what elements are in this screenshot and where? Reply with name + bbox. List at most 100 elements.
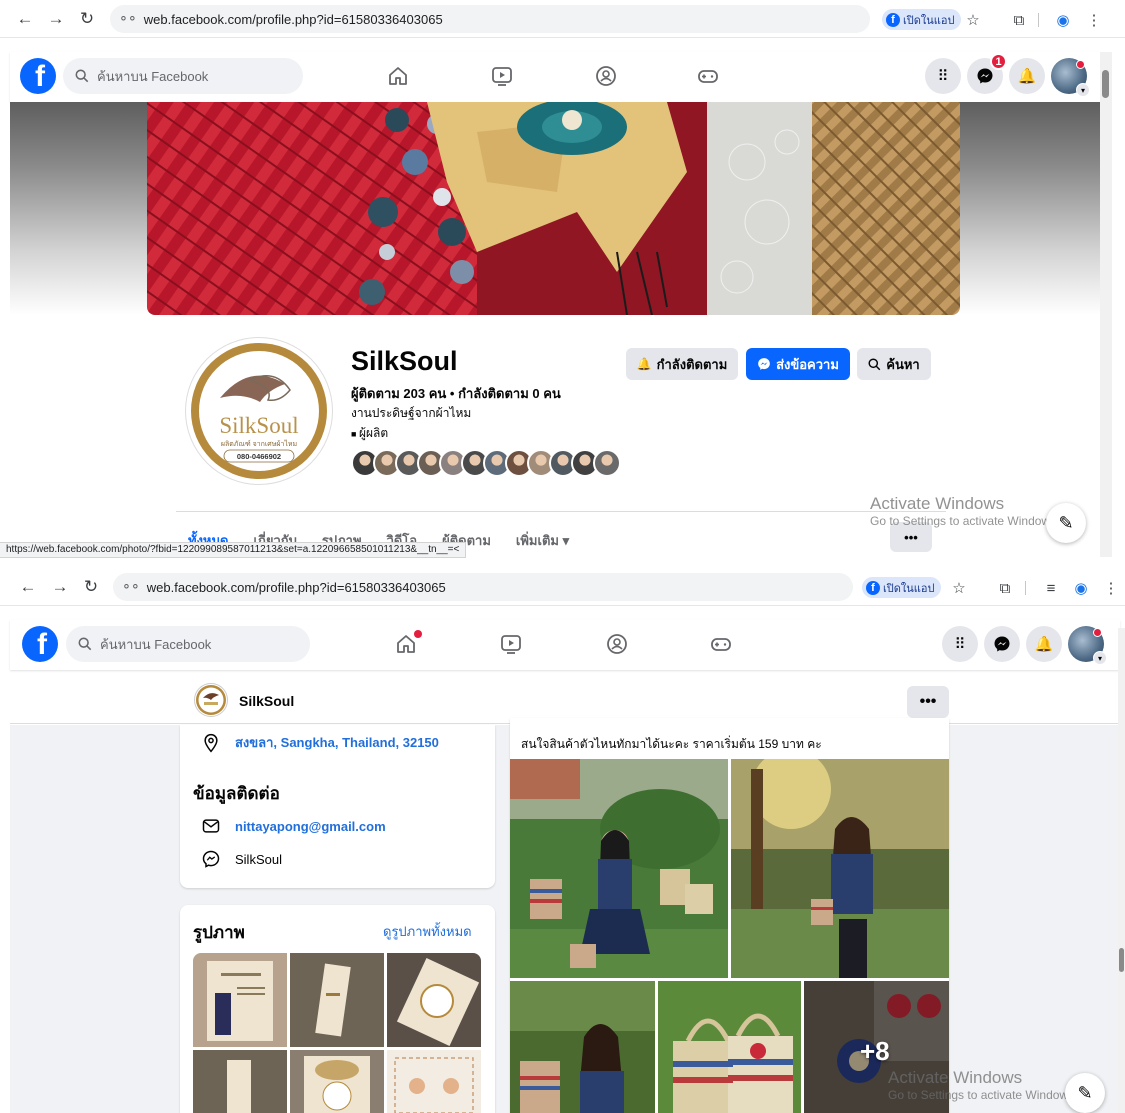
message-button[interactable]: ส่งข้อความ xyxy=(746,348,850,380)
groups-icon[interactable] xyxy=(605,632,629,656)
bookmark-star-icon[interactable]: ☆ xyxy=(948,577,970,599)
activate-windows-watermark: Activate Windows Go to Settings to activ… xyxy=(870,494,1059,528)
bookmark-star-icon[interactable]: ☆ xyxy=(962,9,984,31)
profile-picture[interactable]: SilkSoul ผลิตภัณฑ์ จากเศษผ้าไหม 080-0466… xyxy=(186,338,332,484)
extensions-icon[interactable]: ⧉ xyxy=(994,577,1016,599)
facebook-search[interactable] xyxy=(63,58,303,94)
open-in-app-button[interactable]: f เปิดในแอป xyxy=(882,9,962,30)
facebook-top-bar: f ⠿ 🔔 ▾ xyxy=(10,620,1120,670)
menu-grid-icon[interactable]: ⠿ xyxy=(925,58,961,94)
video-icon[interactable] xyxy=(490,64,514,88)
see-all-photos-link[interactable]: ดูรูปภาพทั้งหมด xyxy=(383,921,472,942)
open-in-app-label: เปิดในแอป xyxy=(903,14,955,27)
back-icon[interactable]: ← xyxy=(15,574,41,600)
header-more-button[interactable]: ••• xyxy=(907,686,949,718)
reload-icon[interactable]: ↻ xyxy=(74,6,100,32)
scrollbar-thumb[interactable] xyxy=(1119,948,1124,972)
messenger-button[interactable]: 1 xyxy=(967,53,1007,94)
photo-thumb[interactable] xyxy=(387,1050,481,1113)
profile-icon[interactable]: ◉ xyxy=(1052,9,1074,31)
home-button[interactable] xyxy=(394,630,422,658)
photo-thumb[interactable] xyxy=(193,1050,287,1113)
page-description: งานประดิษฐ์จากผ้าไหม xyxy=(351,406,472,420)
cover-photo[interactable] xyxy=(147,102,960,315)
open-in-app-button[interactable]: f เปิดในแอป xyxy=(862,577,942,598)
photo-thumb[interactable] xyxy=(290,1050,384,1113)
messenger-icon xyxy=(758,358,770,370)
video-icon[interactable] xyxy=(499,632,523,656)
scrollbar[interactable] xyxy=(1118,628,1125,1113)
messenger-name[interactable]: SilkSoul xyxy=(235,852,282,867)
scrollbar-thumb[interactable] xyxy=(1102,70,1109,98)
messenger-button[interactable] xyxy=(984,626,1020,662)
reload-icon[interactable]: ↻ xyxy=(78,574,104,600)
page-avatar[interactable] xyxy=(194,683,228,717)
scrollbar[interactable] xyxy=(1100,52,1112,557)
following-label: กำลังติดตาม xyxy=(656,356,728,372)
sticky-page-header: SilkSoul ••• xyxy=(10,676,1120,724)
groups-icon[interactable] xyxy=(594,64,618,88)
account-avatar[interactable]: ▾ xyxy=(1051,58,1090,97)
photos-title: รูปภาพ xyxy=(193,923,245,942)
message-label: ส่งข้อความ xyxy=(776,356,839,372)
follower-stats[interactable]: ผู้ติดตาม 203 คน • กำลังติดตาม 0 คน xyxy=(351,383,561,404)
facebook-search[interactable] xyxy=(66,626,310,662)
address-bar[interactable]: ⚬⚬ web.facebook.com/profile.php?id=61580… xyxy=(113,573,853,601)
gaming-icon[interactable] xyxy=(709,632,733,656)
notifications-bell-icon[interactable]: 🔔 xyxy=(1009,58,1045,94)
post-photo[interactable] xyxy=(510,759,728,978)
reading-list-icon[interactable]: ≡ xyxy=(1040,577,1062,599)
post-photo[interactable] xyxy=(510,981,655,1113)
messenger-icon xyxy=(977,68,993,84)
follower-avatars[interactable] xyxy=(351,449,621,477)
category-label: ผู้ผลิต xyxy=(358,426,389,440)
photo-thumb[interactable] xyxy=(387,953,481,1047)
facebook-small-icon: f xyxy=(886,12,900,27)
menu-dots-icon[interactable]: ⋮ xyxy=(1083,9,1105,31)
notification-dot xyxy=(414,630,422,638)
site-settings-icon[interactable]: ⚬⚬ xyxy=(121,579,141,595)
profile-icon[interactable]: ◉ xyxy=(1070,577,1092,599)
watermark-line1: Activate Windows xyxy=(870,494,1005,513)
post-photo[interactable] xyxy=(658,981,801,1113)
browser-toolbar: ← → ↻ ⚬⚬ web.facebook.com/profile.php?id… xyxy=(0,0,1125,38)
follower-avatar[interactable] xyxy=(593,449,621,477)
product-photo xyxy=(387,953,481,1047)
email-row: nittayapong@gmail.com xyxy=(201,816,386,836)
search-button[interactable]: ค้นหา xyxy=(857,348,931,380)
facebook-logo-icon[interactable]: f xyxy=(20,58,56,94)
tab-more[interactable]: เพิ่มเติม ▾ xyxy=(516,530,569,551)
menu-grid-icon[interactable]: ⠿ xyxy=(942,626,978,662)
location-link[interactable]: สงขลา, Sangkha, Thailand, 32150 xyxy=(235,732,439,753)
compose-icon[interactable]: ✎ xyxy=(1065,1073,1105,1113)
facebook-logo-icon[interactable]: f xyxy=(22,626,58,662)
forward-icon[interactable]: → xyxy=(43,6,69,32)
address-bar[interactable]: ⚬⚬ web.facebook.com/profile.php?id=61580… xyxy=(110,5,870,33)
page-name[interactable]: SilkSoul xyxy=(239,693,294,709)
photo-thumb[interactable] xyxy=(290,953,384,1047)
browser-toolbar: ← → ↻ ⚬⚬ web.facebook.com/profile.php?id… xyxy=(0,568,1125,606)
following-button[interactable]: 🔔 กำลังติดตาม xyxy=(626,348,738,380)
site-settings-icon[interactable]: ⚬⚬ xyxy=(118,11,138,27)
post-photo[interactable] xyxy=(731,759,949,978)
back-icon[interactable]: ← xyxy=(12,6,38,32)
search-input[interactable] xyxy=(97,68,277,84)
account-avatar[interactable]: ▾ xyxy=(1068,626,1107,665)
divider xyxy=(176,511,946,512)
extensions-icon[interactable]: ⧉ xyxy=(1008,9,1030,31)
gaming-icon[interactable] xyxy=(696,64,720,88)
facebook-top-bar: f ⠿ 1 🔔 ▾ xyxy=(10,52,1100,102)
notifications-bell-icon[interactable]: 🔔 xyxy=(1026,626,1062,662)
messenger-icon xyxy=(202,850,220,868)
logo-phone: 080-0466902 xyxy=(237,452,281,461)
bell-icon: 🔔 xyxy=(636,357,652,371)
compose-icon[interactable]: ✎ xyxy=(1046,503,1086,543)
email-link[interactable]: nittayapong@gmail.com xyxy=(235,819,386,834)
search-input[interactable] xyxy=(100,636,280,652)
menu-dots-icon[interactable]: ⋮ xyxy=(1100,577,1122,599)
home-icon[interactable] xyxy=(386,64,410,88)
search-label: ค้นหา xyxy=(886,356,920,372)
girl-with-bags-photo xyxy=(510,759,728,978)
photo-thumb[interactable] xyxy=(193,953,287,1047)
forward-icon[interactable]: → xyxy=(47,574,73,600)
